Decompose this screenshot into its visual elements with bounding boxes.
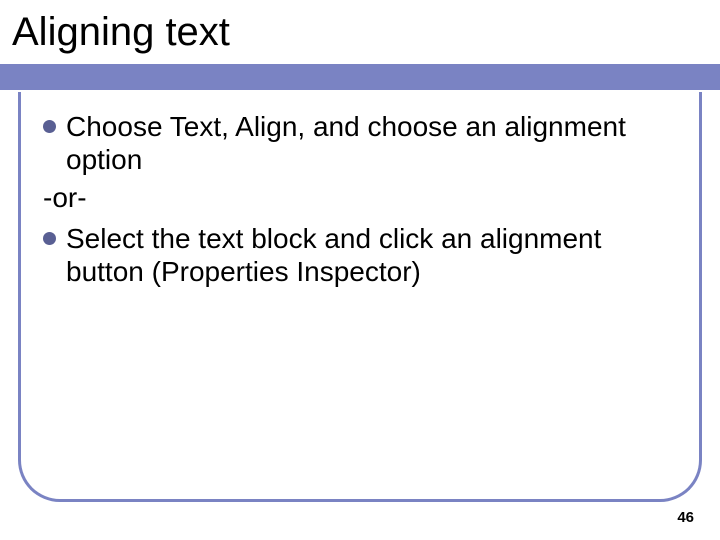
- slide: Aligning text Choose Text, Align, and ch…: [0, 0, 720, 540]
- bullet-item: Choose Text, Align, and choose an alignm…: [43, 110, 677, 176]
- bullet-item: Select the text block and click an align…: [43, 222, 677, 288]
- page-number: 46: [677, 509, 694, 526]
- slide-body: Choose Text, Align, and choose an alignm…: [18, 92, 702, 502]
- slide-title: Aligning text: [12, 10, 230, 55]
- bullet-icon: [43, 120, 56, 133]
- bullet-text: Select the text block and click an align…: [66, 222, 677, 288]
- separator-text: -or-: [43, 180, 677, 216]
- header-band: [0, 64, 720, 90]
- bullet-text: Choose Text, Align, and choose an alignm…: [66, 110, 677, 176]
- bullet-icon: [43, 232, 56, 245]
